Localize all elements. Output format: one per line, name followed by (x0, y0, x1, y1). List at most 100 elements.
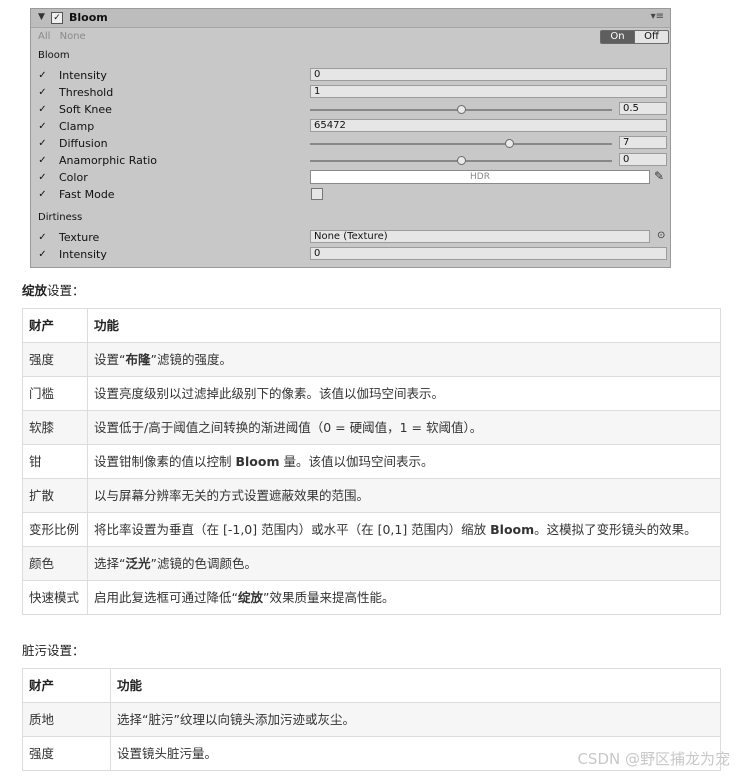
texture-field[interactable]: None (Texture) (310, 230, 650, 243)
override-checkbox[interactable]: ✓ (37, 121, 48, 132)
property-cell: 软膝 (22, 410, 88, 445)
on-off-toggle: On Off (600, 30, 669, 44)
property-cell: 门槛 (22, 376, 88, 411)
slider-thumb[interactable] (456, 105, 466, 114)
row-clamp: ✓ Clamp 65472 (31, 118, 670, 135)
row-label: Fast Mode (59, 188, 115, 201)
property-cell: 强度 (22, 342, 88, 377)
override-checkbox[interactable]: ✓ (37, 104, 48, 115)
slider-thumb[interactable] (456, 156, 466, 165)
property-cell: 强度 (22, 736, 111, 771)
property-cell: 快速模式 (22, 580, 88, 615)
fast-mode-checkbox[interactable] (311, 188, 323, 200)
row-threshold: ✓ Threshold 1 (31, 84, 670, 101)
row-label: Anamorphic Ratio (59, 154, 158, 167)
anamorphic-ratio-field[interactable]: 0 (619, 153, 667, 166)
dirtiness-section-label: Dirtiness (38, 212, 83, 223)
bloom-enabled-checkbox[interactable]: ✓ (51, 12, 63, 24)
row-color: ✓ Color HDR ✎ (31, 169, 670, 186)
table-row: 扩散 以与屏幕分辨率无关的方式设置遮蔽效果的范围。 (22, 478, 721, 513)
property-cell: 颜色 (22, 546, 88, 581)
override-checkbox[interactable]: ✓ (37, 172, 48, 183)
function-cell: 将比率设置为垂直（在 [-1,0] 范围内）或水平（在 [0,1] 范围内）缩放… (87, 512, 721, 547)
slider-thumb[interactable] (504, 139, 514, 148)
soft-knee-field[interactable]: 0.5 (619, 102, 667, 115)
row-soft-knee: ✓ Soft Knee 0.5 (31, 101, 670, 118)
override-checkbox[interactable]: ✓ (37, 249, 48, 260)
override-checkbox[interactable]: ✓ (37, 87, 48, 98)
off-button[interactable]: Off (635, 30, 669, 44)
bloom-title: Bloom (69, 11, 108, 24)
table-row: 变形比例 将比率设置为垂直（在 [-1,0] 范围内）或水平（在 [0,1] 范… (22, 512, 721, 547)
table-row: 质地 选择“脏污”纹理以向镜头添加污迹或灰尘。 (22, 702, 721, 737)
dirt-settings-heading: 脏污设置： (22, 640, 85, 659)
heading-rest: 设置： (47, 283, 85, 298)
row-texture: ✓ Texture None (Texture) ⊙ (31, 229, 670, 246)
row-anamorphic-ratio: ✓ Anamorphic Ratio 0 (31, 152, 670, 169)
bloom-settings-heading: 绽放设置： (22, 280, 85, 299)
table-row: 强度 设置“布隆”滤镜的强度。 (22, 342, 721, 377)
row-diffusion: ✓ Diffusion 7 (31, 135, 670, 152)
csdn-watermark: CSDN @野区捕龙为宠 (577, 750, 730, 768)
none-link[interactable]: None (60, 31, 86, 42)
dirt-intensity-field[interactable]: 0 (310, 247, 667, 260)
column-header: 功能 (87, 308, 721, 343)
intensity-field[interactable]: 0 (310, 68, 667, 81)
function-cell: 以与屏幕分辨率无关的方式设置遮蔽效果的范围。 (87, 478, 721, 513)
function-cell: 设置亮度级别以过滤掉此级别下的像素。该值以伽玛空间表示。 (87, 376, 721, 411)
heading-rest: 脏污设置： (22, 643, 85, 658)
table-row: 门槛 设置亮度级别以过滤掉此级别下的像素。该值以伽玛空间表示。 (22, 376, 721, 411)
table-header: 财产 功能 (22, 308, 721, 343)
bloom-section-label: Bloom (38, 50, 70, 61)
table-row: 钳 设置钳制像素的值以控制 Bloom 量。该值以伽玛空间表示。 (22, 444, 721, 479)
bloom-settings-table: 财产 功能 强度 设置“布隆”滤镜的强度。 门槛 设置亮度级别以过滤掉此级别下的… (22, 308, 721, 615)
row-label: Texture (59, 231, 100, 244)
table-row: 颜色 选择“泛光”滤镜的色调颜色。 (22, 546, 721, 581)
row-label: Intensity (59, 248, 107, 261)
override-checkbox[interactable]: ✓ (37, 232, 48, 243)
foldout-arrow-icon[interactable]: ▼ (38, 12, 45, 22)
column-header: 财产 (22, 308, 88, 343)
property-cell: 质地 (22, 702, 111, 737)
diffusion-field[interactable]: 7 (619, 136, 667, 149)
all-none-links: All None (38, 31, 92, 42)
row-label: Soft Knee (59, 103, 112, 116)
override-checkbox[interactable]: ✓ (37, 70, 48, 81)
function-cell: 选择“脏污”纹理以向镜头添加污迹或灰尘。 (110, 702, 721, 737)
property-cell: 扩散 (22, 478, 88, 513)
row-label: Threshold (59, 86, 114, 99)
row-label: Clamp (59, 120, 95, 133)
clamp-field[interactable]: 65472 (310, 119, 667, 132)
function-cell: 设置“布隆”滤镜的强度。 (87, 342, 721, 377)
column-header: 功能 (110, 668, 721, 703)
row-label: Color (59, 171, 88, 184)
override-checkbox[interactable]: ✓ (37, 155, 48, 166)
row-label: Intensity (59, 69, 107, 82)
on-button[interactable]: On (600, 30, 635, 44)
function-cell: 启用此复选框可通过降低“绽放”效果质量来提高性能。 (87, 580, 721, 615)
row-label: Diffusion (59, 137, 108, 150)
property-cell: 变形比例 (22, 512, 88, 547)
all-link[interactable]: All (38, 31, 50, 42)
bloom-inspector-panel: ▼ ✓ Bloom ▾≡ All None On Off Bloom ✓ Int… (30, 8, 671, 268)
menu-icon[interactable]: ▾≡ (651, 11, 664, 22)
row-intensity: ✓ Intensity 0 (31, 67, 670, 84)
row-fast-mode: ✓ Fast Mode (31, 186, 670, 203)
override-checkbox[interactable]: ✓ (37, 138, 48, 149)
table-row: 软膝 设置低于/高于阈值之间转换的渐进阈值（0 = 硬阈值，1 = 软阈值）。 (22, 410, 721, 445)
property-cell: 钳 (22, 444, 88, 479)
function-cell: 设置钳制像素的值以控制 Bloom 量。该值以伽玛空间表示。 (87, 444, 721, 479)
function-cell: 选择“泛光”滤镜的色调颜色。 (87, 546, 721, 581)
object-picker-icon[interactable]: ⊙ (657, 230, 665, 241)
row-dirt-intensity: ✓ Intensity 0 (31, 246, 670, 263)
diffusion-slider[interactable] (310, 143, 612, 145)
bloom-header: ▼ ✓ Bloom ▾≡ (31, 9, 670, 28)
table-header: 财产 功能 (22, 668, 721, 703)
eyedropper-icon[interactable]: ✎ (654, 169, 664, 183)
override-checkbox[interactable]: ✓ (37, 189, 48, 200)
table-row: 快速模式 启用此复选框可通过降低“绽放”效果质量来提高性能。 (22, 580, 721, 615)
threshold-field[interactable]: 1 (310, 85, 667, 98)
color-field[interactable]: HDR (310, 170, 650, 184)
function-cell: 设置低于/高于阈值之间转换的渐进阈值（0 = 硬阈值，1 = 软阈值）。 (87, 410, 721, 445)
column-header: 财产 (22, 668, 111, 703)
